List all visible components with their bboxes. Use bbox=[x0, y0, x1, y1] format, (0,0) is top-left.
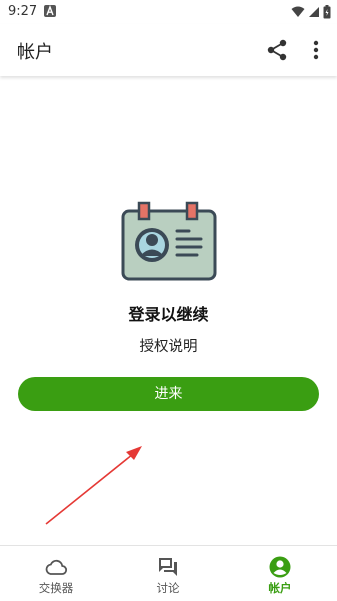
enter-button[interactable]: 进来 bbox=[18, 377, 319, 411]
nav-item-account[interactable]: 帐户 bbox=[224, 546, 336, 601]
app-bar: 帐户 bbox=[0, 24, 337, 76]
chat-icon bbox=[159, 558, 177, 576]
notification-a-icon bbox=[44, 5, 56, 17]
status-time: 9:27 bbox=[8, 4, 38, 19]
page-title: 帐户 bbox=[17, 42, 53, 63]
nav-item-discussion[interactable]: 讨论 bbox=[112, 546, 224, 601]
login-title: 登录以继续 bbox=[128, 305, 209, 324]
annotation-arrow-icon bbox=[45, 446, 142, 525]
nav-item-exchange[interactable]: 交换器 bbox=[0, 546, 112, 601]
id-card-icon bbox=[121, 201, 217, 281]
nav-label-account: 帐户 bbox=[268, 581, 292, 595]
cellular-icon bbox=[309, 7, 319, 17]
bottom-nav: 交换器 讨论 帐户 bbox=[0, 545, 337, 601]
account-icon bbox=[269, 556, 291, 578]
nav-label-discussion: 讨论 bbox=[156, 581, 180, 595]
share-icon[interactable] bbox=[264, 37, 290, 63]
battery-icon bbox=[323, 5, 331, 19]
auth-description: 授权说明 bbox=[139, 339, 198, 355]
status-icons bbox=[291, 5, 331, 19]
status-bar: 9:27 bbox=[0, 0, 337, 24]
more-vert-icon[interactable] bbox=[306, 37, 326, 63]
cloud-icon bbox=[45, 559, 68, 575]
wifi-icon bbox=[291, 6, 305, 17]
nav-label-exchange: 交换器 bbox=[38, 581, 74, 595]
